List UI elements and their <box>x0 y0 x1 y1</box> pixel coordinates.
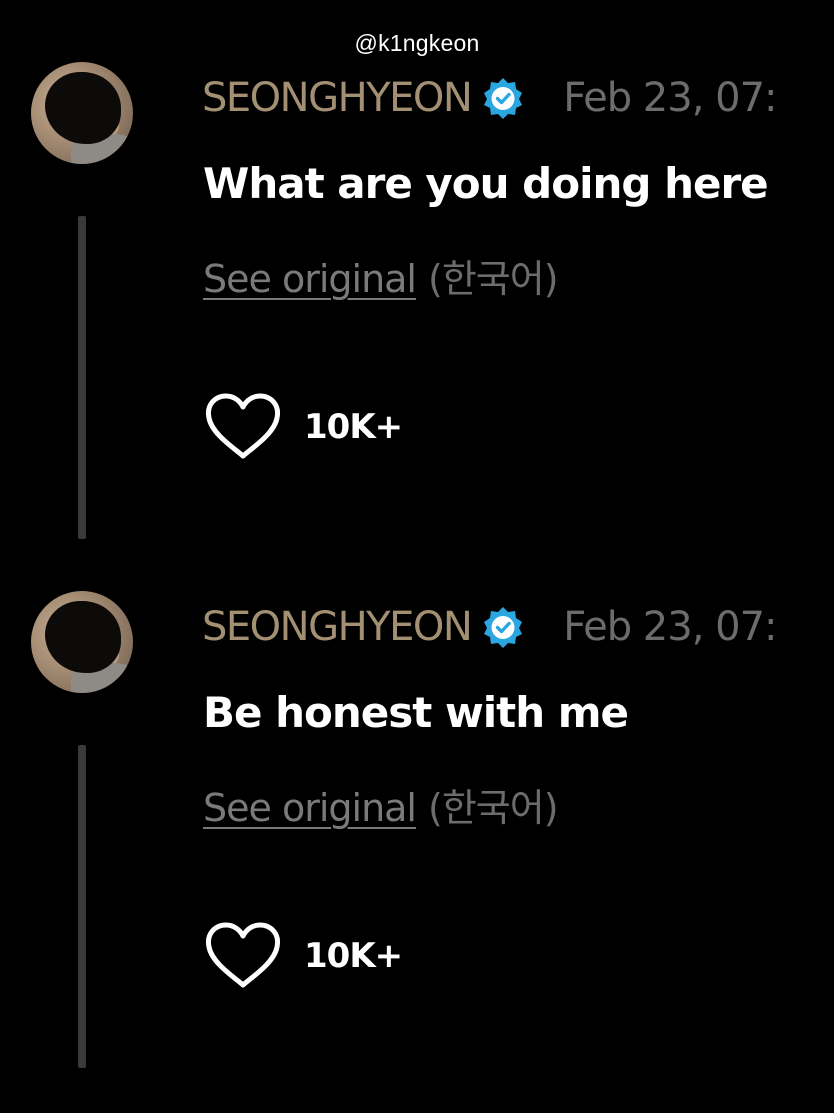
verified-badge-icon <box>484 78 523 119</box>
like-count: 10K+ <box>304 936 403 976</box>
heart-outline-icon[interactable] <box>204 392 282 462</box>
like-row: 10K+ <box>204 921 403 991</box>
thread-line <box>78 216 86 539</box>
message-header: SEONGHYEON Feb 23, 07: <box>202 70 778 126</box>
thread-line <box>78 745 86 1068</box>
avatar[interactable] <box>31 591 133 693</box>
translation-row: See original (한국어) <box>203 254 559 304</box>
username[interactable]: SEONGHYEON <box>202 599 473 655</box>
see-original-link[interactable]: See original <box>203 257 417 301</box>
timestamp: Feb 23, 07: <box>563 75 777 121</box>
original-language-label: (한국어) <box>428 786 559 830</box>
like-row: 10K+ <box>204 392 403 462</box>
timestamp: Feb 23, 07: <box>563 604 777 650</box>
username[interactable]: SEONGHYEON <box>202 70 473 126</box>
heart-outline-icon[interactable] <box>204 921 282 991</box>
avatar[interactable] <box>31 62 133 164</box>
see-original-link[interactable]: See original <box>203 786 417 830</box>
message-item: SEONGHYEON Feb 23, 07: What are you doin… <box>0 62 834 582</box>
message-header: SEONGHYEON Feb 23, 07: <box>202 599 778 655</box>
verified-badge-icon <box>484 607 523 648</box>
translation-row: See original (한국어) <box>203 783 559 833</box>
like-count: 10K+ <box>304 407 403 447</box>
message-item: SEONGHYEON Feb 23, 07: Be honest with me… <box>0 591 834 1111</box>
message-text: Be honest with me <box>203 688 629 737</box>
original-language-label: (한국어) <box>428 257 559 301</box>
message-text: What are you doing here <box>203 159 769 208</box>
watermark-handle: @k1ngkeon <box>354 30 480 56</box>
